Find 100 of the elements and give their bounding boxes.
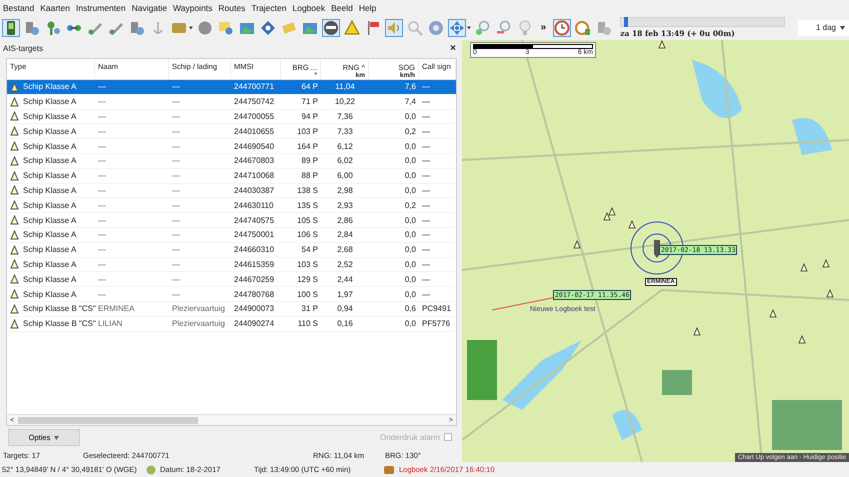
table-cell: 94 P	[302, 112, 318, 121]
table-cell: —	[422, 97, 430, 106]
table-cell: —	[98, 171, 106, 180]
move-icon[interactable]	[448, 18, 466, 36]
table-cell: 0,0	[404, 142, 416, 151]
table-cell: 0,0	[404, 290, 416, 299]
table-row[interactable]: Schip Klasse A — — 244690540 164 P 6,12 0,0 —	[7, 139, 456, 154]
caret-icon[interactable]	[466, 26, 471, 30]
table-cell: —	[98, 290, 106, 299]
table-row[interactable]: Schip Klasse A — — 244700055 94 P 7,36 0,0 —	[7, 110, 456, 124]
table-cell: 2,52	[337, 260, 353, 269]
zoom-out-icon[interactable]	[494, 18, 513, 36]
table-row[interactable]: Schip Klasse A — — 244750742 71 P 10,22 7,4 —	[7, 94, 456, 110]
table-cell: 7,4	[404, 97, 416, 106]
table-row[interactable]: Schip Klasse A — — 244670803 89 P 6,02 0,0 —	[7, 154, 456, 169]
table-cell: 2,44	[337, 274, 353, 284]
table-cell: Schip Klasse B "CS"	[23, 304, 96, 314]
table-cell: 244700055	[234, 112, 274, 121]
table-cell: 0,0	[404, 260, 416, 269]
table-row[interactable]: Schip Klasse B "CS" ERMINEA Pleziervaartuig 244900073 31 P 0,94 0,6 PC9491	[7, 302, 456, 317]
table-row[interactable]: Schip Klasse B "CS" LILIAN Pleziervaartuig 244090274 110 S 0,16 0,0 PF5776	[7, 316, 456, 332]
table-row[interactable]: Schip Klasse A — — 244660310 54 P 2,68 0,0 —	[7, 242, 456, 258]
menu-item[interactable]: Instrumenten	[76, 2, 126, 12]
table-row[interactable]: Schip Klasse A — — 244010655 103 P 7,33 0,2 —	[7, 124, 456, 140]
time-slider-thumb[interactable]	[624, 17, 628, 27]
table-row[interactable]: Schip Klasse A — — 244670259 129 S 2,44 0,0 —	[7, 272, 456, 288]
table-cell: Schip Klasse A	[23, 216, 76, 225]
panel-title: AIS-targets	[3, 44, 44, 52]
table-cell: 244750742	[234, 97, 274, 106]
caret-icon	[54, 436, 60, 440]
table-cell: —	[172, 186, 180, 195]
menu-item[interactable]: Navigatie	[132, 2, 168, 12]
table-cell: 106 S	[297, 230, 318, 240]
table-cell: —	[98, 97, 106, 106]
table-row[interactable]: Schip Klasse A — — 244700771 64 P 11,04 7,6 —	[7, 80, 456, 95]
table-cell: Schip Klasse A	[23, 82, 76, 92]
device-icon[interactable]	[2, 18, 20, 36]
table-cell: 0,0	[404, 156, 416, 166]
table-cell: —	[98, 112, 106, 121]
table-cell: 71 P	[302, 97, 318, 106]
table-cell: —	[422, 245, 430, 254]
triangle-icon	[10, 215, 19, 226]
triangle-icon	[10, 259, 19, 270]
table-cell: Schip Klasse A	[23, 200, 76, 210]
table-cell: 0,0	[404, 216, 416, 225]
triangle-icon	[10, 244, 19, 255]
table-row[interactable]: Schip Klasse A — — 244780768 100 S 1,97 0,0 —	[7, 287, 456, 302]
table-cell: 31 P	[302, 304, 318, 314]
table-cell: —	[422, 274, 430, 284]
table-cell: 105 S	[297, 216, 318, 225]
menu-item[interactable]: Trajecten	[251, 2, 286, 12]
table-cell: —	[422, 82, 430, 92]
time-slider[interactable]	[620, 17, 785, 27]
menu-item[interactable]: Logboek	[292, 2, 326, 12]
table-cell: 103 S	[297, 260, 318, 269]
table-cell: 0,2	[404, 200, 416, 210]
table-cell: —	[172, 97, 180, 106]
overflow-button[interactable]: »	[540, 22, 546, 33]
table-cell: 0,0	[404, 274, 416, 284]
table-row[interactable]: Schip Klasse A — — 244630110 135 S 2,93 0,2 —	[7, 198, 456, 214]
table-cell: —	[422, 126, 430, 136]
table-cell: 11,04	[335, 82, 355, 92]
caret-icon[interactable]	[189, 26, 193, 30]
table-cell: —	[172, 216, 180, 225]
table-cell: —	[172, 274, 180, 284]
table-cell: —	[172, 290, 180, 299]
speaker-icon[interactable]	[384, 18, 403, 36]
table-cell: 0,94	[337, 304, 353, 314]
table-cell: Schip Klasse A	[23, 142, 76, 151]
table-cell: —	[422, 230, 430, 240]
triangle-icon	[10, 111, 19, 122]
menu-item[interactable]: Beeld	[331, 2, 353, 12]
table-cell: 244750001	[234, 230, 274, 240]
scrollbar-thumb[interactable]	[18, 416, 198, 424]
warning-icon[interactable]	[342, 18, 361, 36]
menu-item[interactable]: Help	[358, 2, 376, 12]
table-row[interactable]: Schip Klasse A — — 244615359 103 S 2,52 0,0 —	[7, 258, 456, 272]
table-cell: —	[422, 171, 430, 180]
table-row[interactable]: Schip Klasse A — — 244750001 106 S 2,84 0,0 —	[7, 228, 456, 243]
table-cell: 110 S	[298, 319, 318, 328]
table-cell: Pleziervaartuig	[172, 304, 225, 314]
table-row[interactable]: Schip Klasse A — — 244740575 105 S 2,86 0,0 —	[7, 213, 456, 228]
search-icon[interactable]	[406, 18, 424, 36]
table-cell: —	[172, 142, 180, 151]
table-row[interactable]: Schip Klasse A — — 244030387 138 S 2,98 0,0 —	[7, 184, 456, 198]
menu-item[interactable]: Kaarten	[40, 2, 70, 12]
triangle-icon	[10, 200, 19, 210]
menu-item[interactable]: Bestand	[3, 2, 34, 12]
range-dropdown[interactable]: 1 dag	[798, 20, 849, 36]
caret-icon	[840, 26, 846, 30]
table-cell: 135 S	[297, 200, 318, 210]
table-cell: —	[98, 274, 106, 284]
table-row[interactable]: Schip Klasse A — — 244710068 88 P 6,00 0,0 —	[7, 168, 456, 184]
table-cell: 0,0	[404, 245, 416, 254]
diamond-icon[interactable]	[258, 18, 277, 36]
table-cell: 2,68	[337, 245, 353, 254]
menu-item[interactable]: Waypoints	[173, 2, 212, 12]
close-button[interactable]: ×	[450, 42, 456, 54]
menu-item[interactable]: Routes	[218, 2, 246, 12]
table-cell: 129 S	[297, 274, 318, 284]
